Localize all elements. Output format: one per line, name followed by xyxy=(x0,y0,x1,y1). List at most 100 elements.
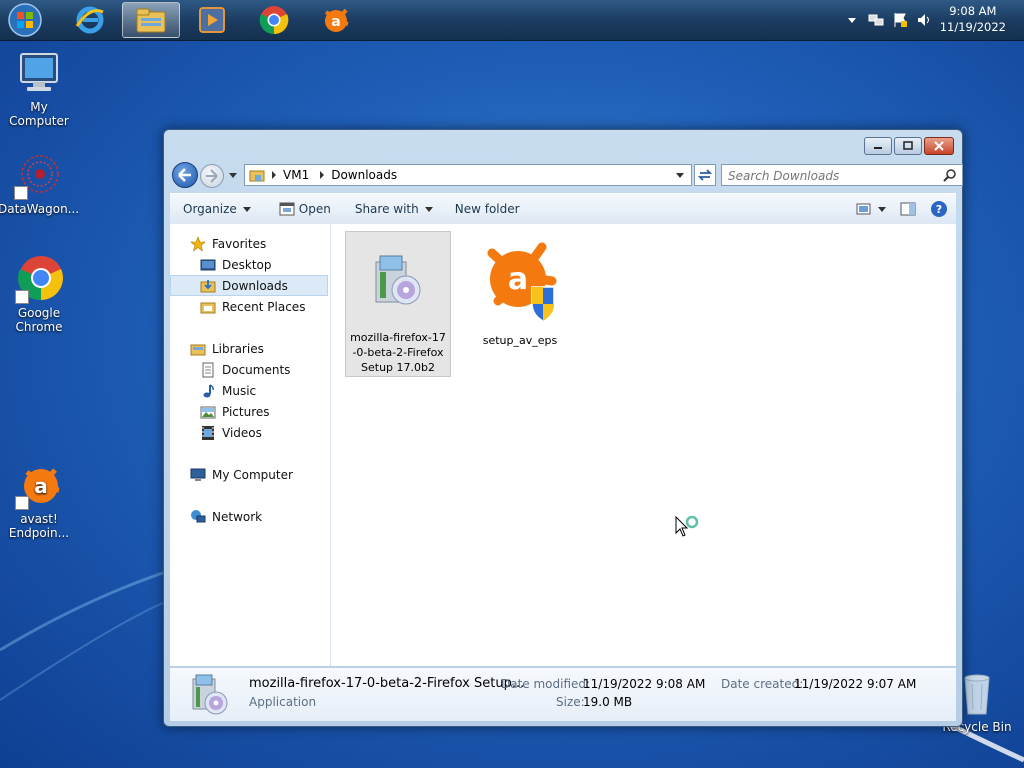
chrome-icon xyxy=(259,6,289,35)
volume-icon[interactable] xyxy=(916,12,932,28)
start-button[interactable] xyxy=(6,2,44,38)
nav-label: Pictures xyxy=(222,404,270,419)
file-name-line: setup_av_eps xyxy=(482,334,558,347)
file-item-setup-av-eps[interactable]: a setup_av_eps xyxy=(467,231,573,351)
taskbar-avast[interactable]: a xyxy=(310,2,362,38)
maximize-icon xyxy=(903,141,913,150)
shortcut-arrow-icon xyxy=(15,496,29,510)
back-arrow-icon xyxy=(178,168,191,182)
breadcrumb-separator-icon xyxy=(272,171,276,179)
nav-label: Network xyxy=(212,509,263,524)
nav-downloads[interactable]: Downloads xyxy=(170,275,328,296)
file-item-firefox-setup[interactable]: mozilla-firefox-17 -0-beta-2-Firefox Set… xyxy=(345,231,451,377)
nav-desktop[interactable]: Desktop xyxy=(170,254,358,275)
address-bar[interactable]: VM1 Downloads xyxy=(244,164,692,186)
nav-favorites[interactable]: Favorites xyxy=(170,233,348,254)
new-folder-button[interactable]: New folder xyxy=(445,194,530,224)
nav-documents[interactable]: Documents xyxy=(170,359,358,380)
open-button[interactable]: Open xyxy=(269,194,341,224)
videos-icon xyxy=(202,425,214,440)
view-icon xyxy=(856,203,871,215)
nav-label: Videos xyxy=(222,425,262,440)
desktop-icon-label: avast! Endpoin... xyxy=(8,512,70,540)
internet-explorer-icon xyxy=(75,6,104,34)
svg-text:a: a xyxy=(508,262,528,297)
action-center-flag-icon[interactable] xyxy=(892,12,908,28)
navigation-pane: Favorites Desktop Downloads Recent Place… xyxy=(170,224,331,666)
help-icon: ? xyxy=(931,201,947,217)
nav-label: Favorites xyxy=(212,236,267,251)
network-tray-icon[interactable] xyxy=(868,12,884,28)
detail-created-value: 11/19/2022 9:07 AM xyxy=(794,677,917,691)
desktop-icon-datawagon[interactable]: DataWagon... xyxy=(0,152,79,216)
organize-button[interactable]: Organize xyxy=(170,194,261,224)
file-name-line: Setup 17.0b2 xyxy=(361,361,435,374)
nav-label: Desktop xyxy=(222,257,272,272)
nav-network[interactable]: Network xyxy=(170,506,348,527)
taskbar-chrome[interactable] xyxy=(248,2,300,38)
file-name-line: -0-beta-2-Firefox xyxy=(352,346,444,359)
computer-icon xyxy=(190,468,206,481)
desktop-icon-my-computer[interactable]: My Computer xyxy=(0,50,79,128)
preview-pane-icon xyxy=(900,202,916,216)
help-button[interactable]: ? xyxy=(924,194,956,224)
share-with-button[interactable]: Share with xyxy=(345,194,443,224)
detail-size-label: Size: xyxy=(556,695,585,709)
search-icon[interactable] xyxy=(943,168,957,182)
svg-text:?: ? xyxy=(936,203,942,216)
nav-label: Downloads xyxy=(222,278,288,293)
forward-button[interactable] xyxy=(200,164,224,188)
close-icon xyxy=(934,141,944,151)
nav-music[interactable]: Music xyxy=(170,380,358,401)
search-input[interactable] xyxy=(726,166,940,186)
organize-label: Organize xyxy=(183,202,237,216)
taskbar-file-explorer[interactable] xyxy=(122,2,180,38)
preview-pane-button[interactable] xyxy=(892,194,924,224)
pictures-icon xyxy=(200,406,216,418)
file-list[interactable]: mozilla-firefox-17 -0-beta-2-Firefox Set… xyxy=(331,224,950,666)
nav-my-computer[interactable]: My Computer xyxy=(170,464,348,485)
navigation-bar: VM1 Downloads xyxy=(172,162,963,188)
new-folder-label: New folder xyxy=(454,202,520,216)
nav-pictures[interactable]: Pictures xyxy=(170,401,358,422)
nav-label: My Computer xyxy=(212,467,293,482)
breadcrumb-separator-icon xyxy=(320,171,325,179)
nav-recent-places[interactable]: Recent Places xyxy=(170,296,358,317)
desktop-icon-google-chrome[interactable]: Google Chrome xyxy=(0,256,79,334)
back-button[interactable] xyxy=(172,162,198,188)
recent-places-icon xyxy=(200,302,216,313)
taskbar-internet-explorer[interactable] xyxy=(64,2,116,38)
busy-cursor-icon xyxy=(675,516,699,537)
close-button[interactable] xyxy=(924,137,954,155)
shortcut-arrow-icon xyxy=(15,290,29,304)
folder-icon xyxy=(249,170,265,182)
show-hidden-icons-icon[interactable] xyxy=(846,14,858,26)
maximize-button[interactable] xyxy=(894,137,922,155)
taskbar-media-player[interactable] xyxy=(186,2,238,38)
file-explorer-icon xyxy=(136,8,166,33)
nav-videos[interactable]: Videos xyxy=(170,422,358,443)
clock[interactable]: 9:08 AM 11/19/2022 xyxy=(940,3,1006,35)
nav-label: Documents xyxy=(222,362,291,377)
details-pane: mozilla-firefox-17-0-beta-2-Firefox Setu… xyxy=(170,667,956,721)
address-dropdown-icon[interactable] xyxy=(675,170,685,180)
libraries-icon xyxy=(190,344,206,355)
refresh-button[interactable] xyxy=(694,164,716,186)
desktop-icon-label: Google Chrome xyxy=(15,306,63,334)
share-with-label: Share with xyxy=(354,202,419,216)
recent-pages-button[interactable] xyxy=(228,168,238,182)
detail-created-label: Date created: xyxy=(721,677,804,691)
taskbar: a 9:08 AM 11/19/2022 xyxy=(0,0,1024,41)
breadcrumb-vm1[interactable]: VM1 xyxy=(283,168,309,182)
desktop-icon-avast-endpoint[interactable]: a avast! Endpoin... xyxy=(0,462,79,540)
star-icon xyxy=(190,235,206,252)
breadcrumb-downloads[interactable]: Downloads xyxy=(331,168,397,182)
change-view-button[interactable] xyxy=(850,194,892,224)
nav-label: Recent Places xyxy=(222,299,306,314)
minimize-button[interactable] xyxy=(864,137,892,155)
avast-icon: a xyxy=(324,8,349,32)
music-icon xyxy=(203,383,214,397)
nav-libraries[interactable]: Libraries xyxy=(170,338,348,359)
search-box xyxy=(721,164,963,186)
detail-modified-label: Date modified: xyxy=(501,677,591,691)
